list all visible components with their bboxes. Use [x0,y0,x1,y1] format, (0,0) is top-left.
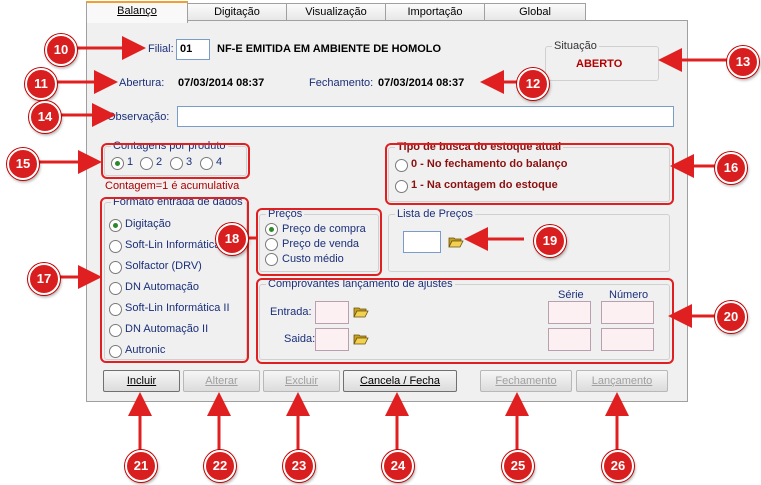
callout-23: 23 [283,450,315,482]
callout-21: 21 [125,450,157,482]
callout-14: 14 [29,101,61,133]
callout-19: 19 [534,225,566,257]
callout-11: 11 [25,68,57,100]
callout-13: 13 [727,46,759,78]
callout-24: 24 [382,450,414,482]
callout-20: 20 [715,301,747,333]
callout-15: 15 [7,148,39,180]
callout-arrows [36,36,728,452]
callout-16: 16 [715,152,747,184]
callout-22: 22 [204,450,236,482]
callout-26: 26 [602,450,634,482]
tab-balanco[interactable]: Balanço [86,1,188,23]
callout-12: 12 [517,68,549,100]
callout-17: 17 [28,263,60,295]
callout-25: 25 [502,450,534,482]
callout-18: 18 [216,223,248,255]
callout-10: 10 [45,34,77,66]
